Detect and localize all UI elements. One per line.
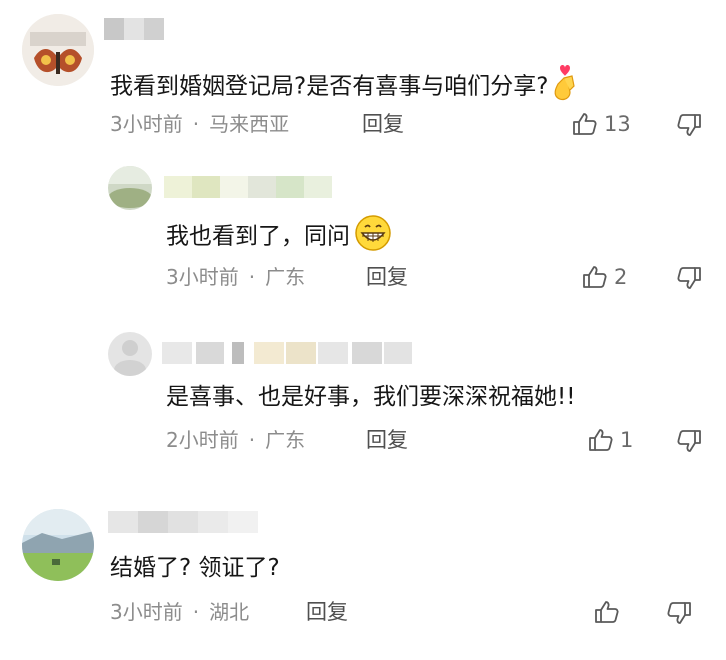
comment-meta: 3小时前 · 广东 — [166, 265, 306, 289]
thumbs-up-icon — [572, 111, 598, 137]
comment-text: 是喜事、也是好事，我们要深深祝福她!! — [166, 384, 576, 410]
avatar[interactable] — [22, 14, 94, 86]
comment-text: 结婚了? 领证了? — [110, 555, 280, 581]
comment-3: 是喜事、也是好事，我们要深深祝福她!! 2小时前 · 广东 回复 1 — [0, 318, 726, 478]
timestamp: 3小时前 — [110, 112, 183, 136]
timestamp: 3小时前 — [110, 600, 183, 624]
reply-button[interactable]: 回复 — [366, 427, 408, 453]
username-blurred[interactable] — [164, 176, 332, 198]
timestamp: 3小时前 — [166, 265, 239, 289]
dislike-button[interactable] — [676, 428, 702, 456]
comment-4: 结婚了? 领证了? 3小时前 · 湖北 回复 — [0, 495, 726, 660]
like-count: 2 — [614, 265, 628, 289]
thumbs-up-icon — [588, 427, 614, 453]
dislike-button[interactable] — [676, 265, 702, 293]
location: 湖北 — [209, 600, 250, 624]
like-count: 1 — [620, 428, 634, 452]
avatar[interactable] — [22, 509, 94, 581]
comment-text: 我也看到了，同问 — [166, 214, 392, 260]
thumbs-down-icon — [676, 112, 702, 138]
reply-button[interactable]: 回复 — [306, 599, 348, 625]
dislike-button[interactable] — [666, 600, 692, 628]
dislike-button[interactable] — [676, 112, 702, 140]
like-button[interactable] — [594, 598, 626, 626]
like-button[interactable]: 1 — [588, 426, 633, 454]
username-blurred[interactable] — [104, 18, 164, 40]
location: 广东 — [265, 428, 306, 452]
comment-meta: 3小时前 · 马来西亚 — [110, 112, 290, 136]
thumbs-down-icon — [676, 428, 702, 454]
timestamp: 2小时前 — [166, 428, 239, 452]
comment-1: 我看到婚姻登记局?是否有喜事与咱们分享? 3小时前 · 马来西亚 回复 13 — [0, 0, 726, 150]
location: 广东 — [265, 265, 306, 289]
thumbs-up-icon — [594, 599, 620, 625]
comment-text: 我看到婚姻登记局?是否有喜事与咱们分享? — [110, 62, 580, 112]
comment-meta: 2小时前 · 广东 — [166, 428, 306, 452]
thumbs-down-icon — [676, 265, 702, 291]
thumbs-down-icon — [666, 600, 692, 626]
grin-emoji — [354, 214, 392, 260]
avatar[interactable] — [108, 332, 152, 376]
reply-button[interactable]: 回复 — [362, 111, 404, 137]
avatar[interactable] — [108, 166, 152, 210]
location: 马来西亚 — [209, 112, 290, 136]
heart-hand-emoji — [550, 62, 580, 112]
thumbs-up-icon — [582, 264, 608, 290]
like-count: 13 — [604, 112, 631, 136]
username-blurred[interactable] — [162, 342, 412, 364]
like-button[interactable]: 2 — [582, 263, 627, 291]
comment-meta: 3小时前 · 湖北 — [110, 600, 250, 624]
reply-button[interactable]: 回复 — [366, 264, 408, 290]
comment-2: 我也看到了，同问 3小时前 · 广东 回复 2 — [0, 150, 726, 300]
like-button[interactable]: 13 — [572, 110, 631, 138]
username-blurred[interactable] — [108, 511, 258, 533]
